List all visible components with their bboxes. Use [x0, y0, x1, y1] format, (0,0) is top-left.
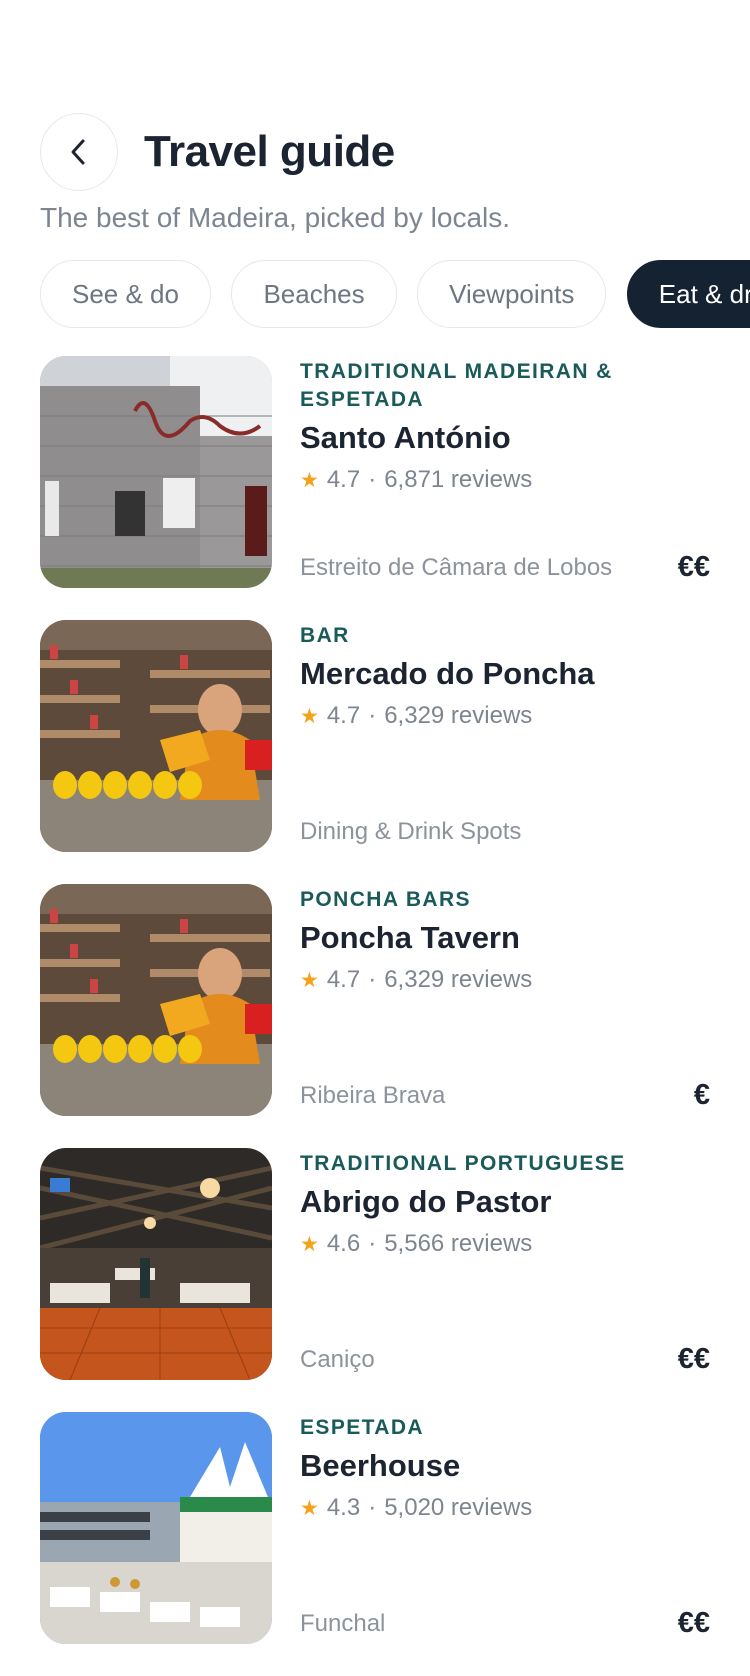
star-icon: ★ [300, 468, 319, 492]
place-photo [40, 620, 272, 852]
place-category: PONCHA BARS [300, 888, 471, 911]
place-photo [40, 884, 272, 1116]
place-card[interactable]: BAR Mercado do Poncha ★ 4.7 · 6,329 revi… [40, 620, 710, 852]
place-location: Caniço [300, 1346, 375, 1373]
place-category: BAR [300, 624, 350, 647]
place-card[interactable]: ESPETADA Beerhouse ★ 4.3 · 5,020 reviews… [40, 1412, 710, 1644]
review-count: 6,329 reviews [384, 966, 533, 993]
review-count: 6,329 reviews [384, 702, 533, 729]
chevron-left-icon [66, 137, 92, 167]
star-icon: ★ [300, 968, 319, 992]
place-name: Abrigo do Pastor [300, 1184, 552, 1219]
places-list: TRADITIONAL MADEIRAN & ESPETADA Santo An… [40, 356, 710, 1676]
rating-value: 4.6 [326, 1230, 361, 1257]
place-location: Dining & Drink Spots [300, 818, 522, 845]
place-rating: ★ 4.6 · 5,566 reviews [300, 1230, 533, 1257]
review-count: 5,566 reviews [384, 1230, 533, 1257]
rating-value: 4.7 [326, 466, 361, 493]
filter-chips: See & do Beaches Viewpoints Eat & drink [40, 260, 750, 328]
chip-beaches[interactable]: Beaches [231, 260, 397, 328]
place-category: TRADITIONAL PORTUGUESE [300, 1152, 626, 1175]
place-photo [40, 356, 272, 588]
place-name: Poncha Tavern [300, 920, 520, 955]
price-level: € [693, 1079, 710, 1111]
rating-value: 4.7 [326, 966, 361, 993]
page-subtitle: The best of Madeira, picked by locals. [40, 202, 511, 233]
place-card[interactable]: TRADITIONAL MADEIRAN & ESPETADA Santo An… [40, 356, 710, 588]
star-icon: ★ [300, 1496, 319, 1520]
review-count: 5,020 reviews [384, 1494, 533, 1521]
rating-value: 4.3 [326, 1494, 361, 1521]
star-icon: ★ [300, 704, 319, 728]
place-name: Santo António [300, 420, 511, 455]
price-level: €€ [677, 551, 710, 583]
place-photo [40, 1412, 272, 1644]
rating-value: 4.7 [326, 702, 361, 729]
place-photo [40, 1148, 272, 1380]
price-level: €€ [677, 1343, 710, 1375]
place-category: ESPETADA [300, 1416, 424, 1439]
place-rating: ★ 4.3 · 5,020 reviews [300, 1494, 533, 1521]
page-header: Travel guide [40, 112, 395, 192]
chip-see-do[interactable]: See & do [40, 260, 211, 328]
place-name: Mercado do Poncha [300, 656, 595, 691]
back-button[interactable] [40, 113, 118, 191]
page-title: Travel guide [144, 127, 395, 176]
place-rating: ★ 4.7 · 6,871 reviews [300, 466, 533, 493]
place-card[interactable]: PONCHA BARS Poncha Tavern ★ 4.7 · 6,329 … [40, 884, 710, 1116]
place-location: Funchal [300, 1610, 386, 1637]
place-name: Beerhouse [300, 1448, 461, 1483]
place-location: Ribeira Brava [300, 1082, 446, 1109]
star-icon: ★ [300, 1232, 319, 1256]
chip-viewpoints[interactable]: Viewpoints [417, 260, 607, 328]
place-category: TRADITIONAL MADEIRAN & ESPETADA [300, 360, 613, 411]
place-location: Estreito de Câmara de Lobos [300, 554, 613, 581]
chip-eat-drink[interactable]: Eat & drink [626, 260, 750, 328]
place-rating: ★ 4.7 · 6,329 reviews [300, 702, 533, 729]
review-count: 6,871 reviews [384, 466, 533, 493]
place-rating: ★ 4.7 · 6,329 reviews [300, 966, 533, 993]
place-card[interactable]: TRADITIONAL PORTUGUESE Abrigo do Pastor … [40, 1148, 710, 1380]
